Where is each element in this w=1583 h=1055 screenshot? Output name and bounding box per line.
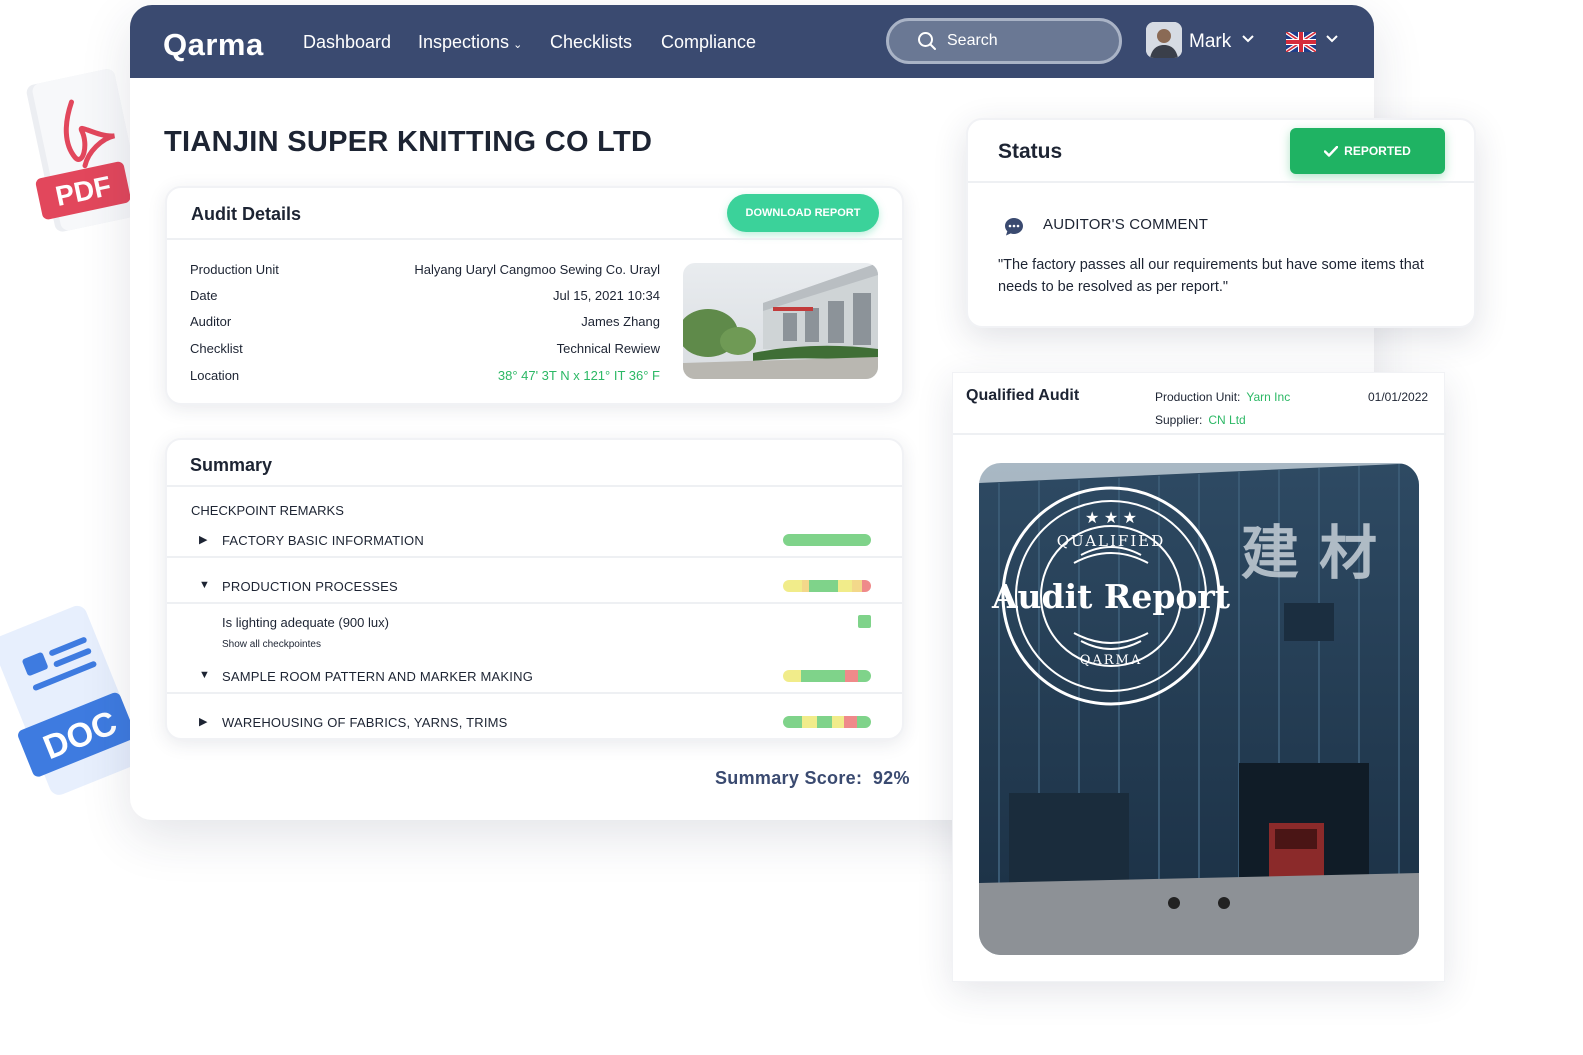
progress-bar xyxy=(783,534,871,546)
check-icon xyxy=(1324,145,1339,157)
caret-right-icon[interactable]: ▶ xyxy=(199,715,207,728)
divider xyxy=(968,181,1474,183)
audit-report-image[interactable]: 建 材 QUALIFIED Audit Report QARMA ★ ★ ★ xyxy=(979,463,1419,955)
auditor-comment-text: "The factory passes all our requirements… xyxy=(998,257,1424,295)
audit-date: 01/01/2022 xyxy=(1368,390,1429,404)
uk-flag-icon[interactable] xyxy=(1286,32,1316,52)
progress-bar xyxy=(783,716,871,728)
detail-value: James Zhang xyxy=(581,314,660,329)
section-label: SAMPLE ROOM PATTERN AND MARKER MAKING xyxy=(222,669,534,684)
detail-value: Technical Rewiew xyxy=(556,341,660,356)
search-icon xyxy=(918,32,936,50)
status-card: Status REPORTED AUDITOR'S COMMENT "The f… xyxy=(966,118,1476,328)
page-title: TIANJIN SUPER KNITTING CO LTD xyxy=(164,126,653,158)
detail-value: Halyang Uaryl Cangmoo Sewing Co. Urayl xyxy=(414,262,660,277)
status-title: Status xyxy=(998,140,1063,163)
detail-label: Location xyxy=(190,368,240,383)
chevron-down-icon[interactable] xyxy=(1326,35,1338,43)
divider xyxy=(167,556,902,558)
divider xyxy=(167,692,902,694)
divider xyxy=(167,238,902,240)
summary-title: Summary xyxy=(190,455,273,475)
caret-down-icon[interactable]: ▼ xyxy=(199,669,210,681)
summary-section-row[interactable]: ▶ WAREHOUSING OF FABRICS, YARNS, TRIMS xyxy=(167,712,902,742)
show-all-checkpoints-link[interactable]: Show all checkpointes xyxy=(222,639,321,650)
detail-label: Production Unit xyxy=(190,262,279,277)
building-sign: 建 材 xyxy=(1241,519,1377,587)
checkpoint-status xyxy=(858,615,871,628)
section-label: WAREHOUSING OF FABRICS, YARNS, TRIMS xyxy=(222,715,508,730)
nav-checklists[interactable]: Checklists xyxy=(550,32,632,53)
nav-dashboard[interactable]: Dashboard xyxy=(303,32,391,53)
detail-label: Date xyxy=(190,288,218,303)
doc-file-icon[interactable]: DOC xyxy=(0,605,135,805)
divider xyxy=(953,433,1446,435)
star-icon: ★ ★ ★ xyxy=(1085,510,1137,527)
factory-photo[interactable] xyxy=(683,263,878,379)
section-label: FACTORY BASIC INFORMATION xyxy=(222,533,424,548)
detail-label: Auditor xyxy=(190,314,232,329)
caret-down-icon[interactable]: ▼ xyxy=(199,579,210,591)
location-value[interactable]: 38° 47' 3T N x 121° IT 36° F xyxy=(498,368,660,383)
stamp-bottom-text: QARMA xyxy=(1080,653,1143,668)
summary-card: Summary CHECKPOINT REMARKS ▶ FACTORY BAS… xyxy=(165,438,904,740)
detail-label: Checklist xyxy=(190,341,243,356)
stage: PDF DOC Qarma Dashboard Inspections ⌄ Che… xyxy=(0,0,1583,1055)
user-name[interactable]: Mark xyxy=(1189,31,1231,53)
qarma-logo[interactable]: Qarma xyxy=(163,27,264,63)
chevron-down-icon[interactable] xyxy=(1242,35,1254,43)
stamp-main-text: Audit Report xyxy=(991,577,1231,616)
download-report-button[interactable]: DOWNLOAD REPORT xyxy=(727,194,879,232)
top-navbar: Qarma Dashboard Inspections ⌄ Checklists … xyxy=(130,5,1374,78)
checkpoint-item[interactable]: Is lighting adequate (900 lux) xyxy=(222,615,389,630)
qualified-audit-card: Qualified Audit Production Unit: Yarn Inc… xyxy=(952,372,1446,982)
nav-inspections[interactable]: Inspections ⌄ xyxy=(418,32,522,53)
qualified-audit-title: Qualified Audit xyxy=(966,387,1080,404)
divider xyxy=(167,602,902,604)
detail-value: Jul 15, 2021 10:34 xyxy=(553,288,660,303)
checkpoint-remarks-heading: CHECKPOINT REMARKS xyxy=(191,503,344,518)
audit-details-card: Audit Details DOWNLOAD REPORT Production… xyxy=(165,186,904,405)
comment-icon xyxy=(1005,218,1023,236)
summary-score: Summary Score: 92% xyxy=(715,768,910,788)
pdf-file-icon[interactable]: PDF xyxy=(22,62,132,242)
auditor-comment-heading: AUDITOR'S COMMENT xyxy=(1043,216,1209,233)
audit-details-title: Audit Details xyxy=(191,204,302,224)
divider xyxy=(167,485,902,487)
production-unit-meta: Production Unit: Yarn Inc xyxy=(1155,390,1291,404)
caret-right-icon[interactable]: ▶ xyxy=(199,533,207,546)
search-placeholder: Search xyxy=(947,32,998,49)
progress-bar xyxy=(783,670,871,682)
avatar[interactable] xyxy=(1146,22,1182,58)
nav-compliance[interactable]: Compliance xyxy=(661,32,756,53)
supplier-meta: Supplier: CN Ltd xyxy=(1155,413,1246,427)
search-input[interactable]: Search xyxy=(886,18,1122,64)
chevron-down-icon: ⌄ xyxy=(513,39,523,51)
section-label: PRODUCTION PROCESSES xyxy=(222,579,398,594)
progress-bar xyxy=(783,580,871,592)
reported-status-badge[interactable]: REPORTED xyxy=(1290,128,1445,174)
